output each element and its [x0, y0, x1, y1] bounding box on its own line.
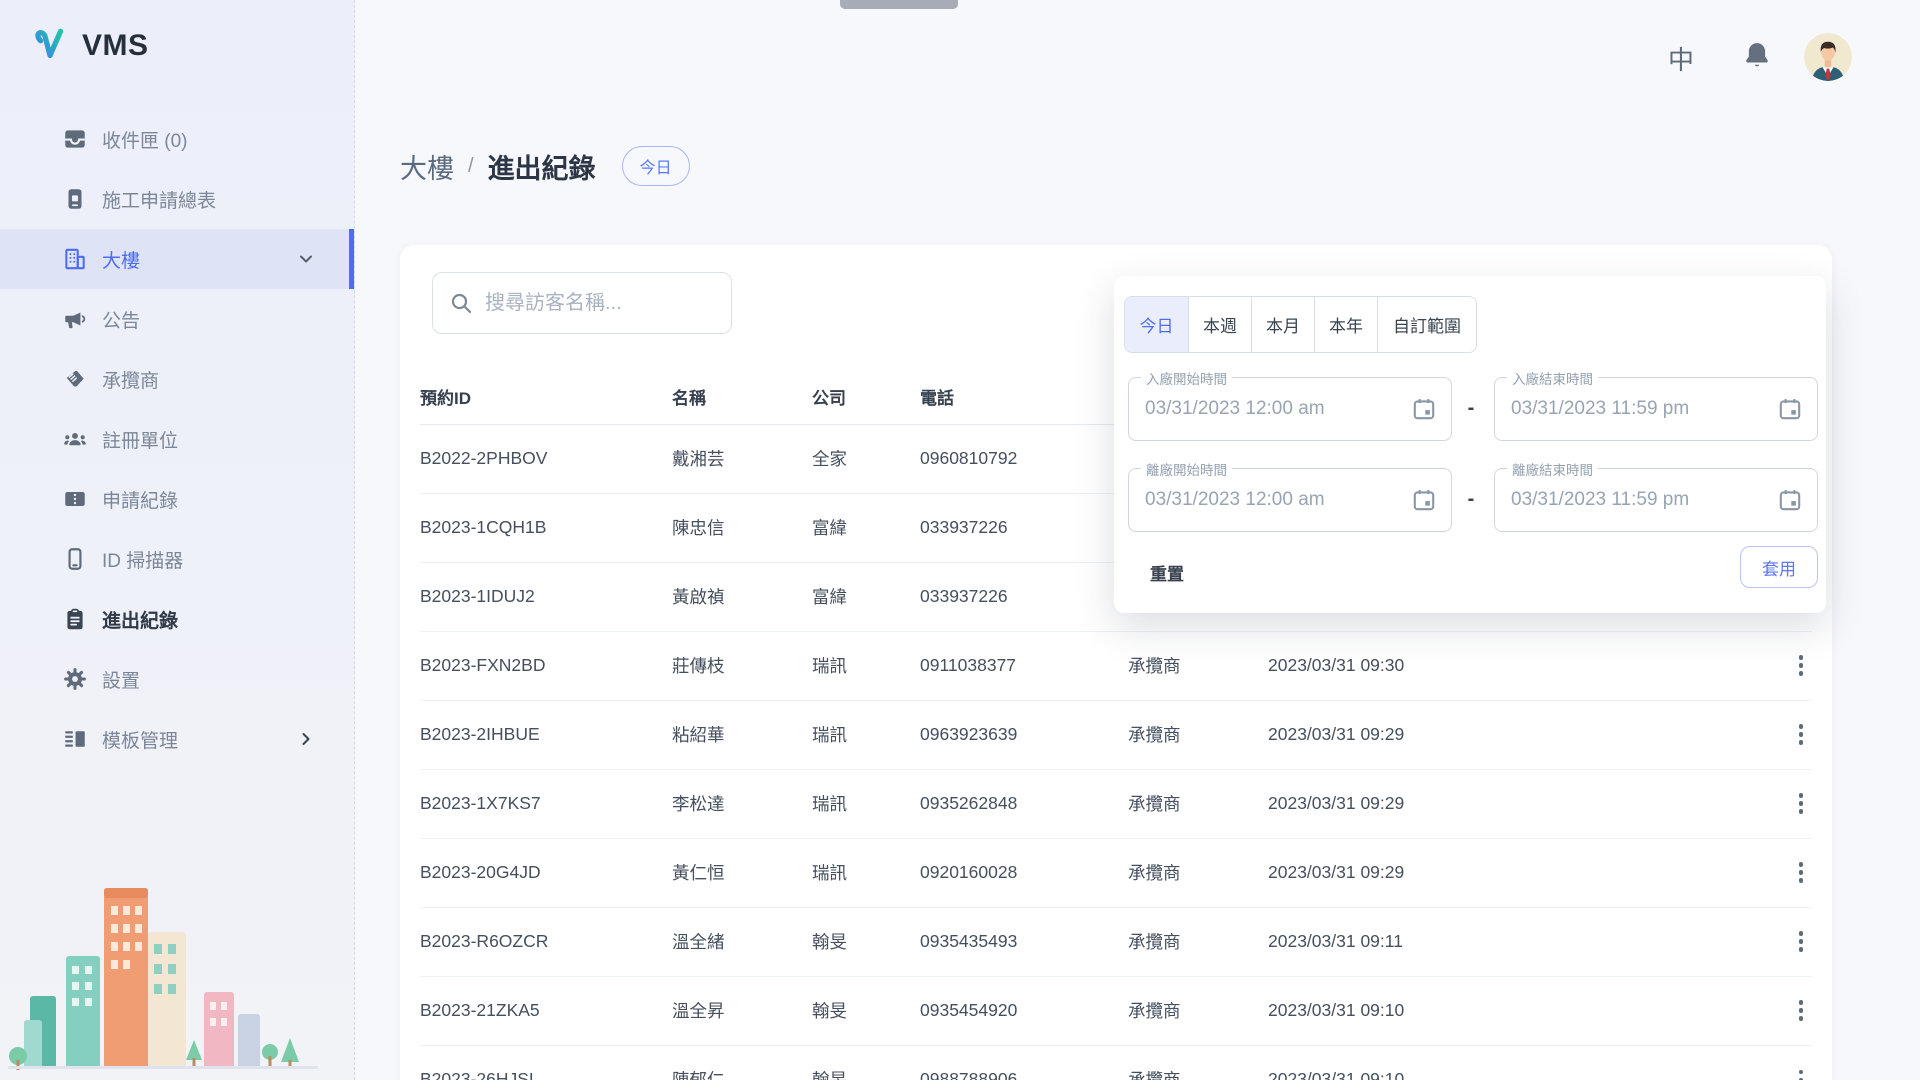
search-icon: [449, 291, 473, 315]
table-row: B2023-R6OZCR溫全緒翰旻0935435493承攬商2023/03/31…: [420, 907, 1812, 976]
sidebar-item-inbox[interactable]: 收件匣 (0): [0, 109, 354, 169]
sidebar: VMS 收件匣 (0) 施工申請總表 大樓 公告 承攬商: [0, 0, 355, 1080]
sidebar-item-construction-applications[interactable]: 施工申請總表: [0, 169, 354, 229]
row-actions-menu[interactable]: [1790, 722, 1812, 748]
breadcrumb-separator: /: [468, 155, 474, 178]
calendar-icon[interactable]: [1777, 396, 1803, 422]
row-actions-menu[interactable]: [1790, 998, 1812, 1024]
sidebar-item-registered-units[interactable]: 註冊單位: [0, 409, 354, 469]
megaphone-icon: [62, 306, 88, 332]
row-actions-menu[interactable]: [1790, 860, 1812, 886]
sidebar-item-contractors[interactable]: 承攬商: [0, 349, 354, 409]
range-dash: -: [1461, 397, 1481, 420]
tab-this-month[interactable]: 本月: [1252, 297, 1315, 352]
search-input[interactable]: [485, 292, 715, 315]
calendar-icon[interactable]: [1411, 487, 1437, 513]
table-row: B2023-21ZKA5溫全昇翰旻0935454920承攬商2023/03/31…: [420, 976, 1812, 1045]
sidebar-item-building[interactable]: 大樓: [0, 229, 354, 289]
exit-end-time-field[interactable]: 離廠結束時間 03/31/2023 11:59 pm: [1494, 468, 1818, 532]
sidebar-nav: 收件匣 (0) 施工申請總表 大樓 公告 承攬商 註冊單位: [0, 109, 354, 769]
sidebar-item-settings[interactable]: 設置: [0, 649, 354, 709]
chevron-down-icon: [296, 249, 316, 269]
col-name: 名稱: [672, 370, 812, 424]
tab-this-year[interactable]: 本年: [1315, 297, 1378, 352]
table-row: B2023-20G4JD黃仁恒瑞訊0920160028承攬商2023/03/31…: [420, 838, 1812, 907]
vms-app: VMS 收件匣 (0) 施工申請總表 大樓 公告 承攬商: [0, 0, 1920, 1080]
page-title: 進出紀錄: [488, 147, 596, 186]
sidebar-item-announcements[interactable]: 公告: [0, 289, 354, 349]
apply-button[interactable]: 套用: [1740, 546, 1818, 588]
date-filter-popup: 今日 本週 本月 本年 自訂範圍 入廠開始時間 03/31/2023 12:00…: [1114, 276, 1826, 613]
tab-this-week[interactable]: 本週: [1189, 297, 1252, 352]
row-actions-menu[interactable]: [1790, 791, 1812, 817]
notifications-bell-icon[interactable]: [1742, 40, 1772, 70]
sidebar-item-id-scanner[interactable]: ID 掃描器: [0, 529, 354, 589]
construction-form-icon: [62, 186, 88, 212]
language-button[interactable]: 中: [1668, 40, 1694, 77]
smartphone-icon: [62, 546, 88, 572]
entry-end-time-field[interactable]: 入廠結束時間 03/31/2023 11:59 pm: [1494, 377, 1818, 441]
scrollbar-thumb-artifact: [840, 0, 958, 9]
table-row: B2023-2IHBUE粘紹華瑞訊0963923639承攬商2023/03/31…: [420, 700, 1812, 769]
visitor-search: [432, 272, 732, 334]
col-phone: 電話: [920, 370, 1128, 424]
range-dash: -: [1461, 488, 1481, 511]
filter-range-tabs: 今日 本週 本月 本年 自訂範圍: [1124, 296, 1477, 353]
col-reservation-id: 預約ID: [420, 370, 672, 424]
brand-name: VMS: [82, 29, 149, 63]
exit-start-time-field[interactable]: 離廠開始時間 03/31/2023 12:00 am: [1128, 468, 1452, 532]
entry-start-time-field[interactable]: 入廠開始時間 03/31/2023 12:00 am: [1128, 377, 1452, 441]
city-illustration: [8, 870, 318, 1080]
calendar-icon[interactable]: [1777, 487, 1803, 513]
sidebar-item-template-management[interactable]: 模板管理: [0, 709, 354, 769]
table-row: B2023-1X7KS7李松達瑞訊0935262848承攬商2023/03/31…: [420, 769, 1812, 838]
gear-icon: [62, 666, 88, 692]
template-icon: [62, 726, 88, 752]
clipboard-icon: [62, 606, 88, 632]
table-row: B2023-26HJSL陳郁仁翰旻0988788906承攬商2023/03/31…: [420, 1045, 1812, 1080]
brand-logo: VMS: [28, 26, 149, 66]
row-actions-menu[interactable]: [1790, 653, 1812, 679]
vms-logo-icon: [28, 26, 70, 66]
page-header: 大樓 / 進出紀錄 今日: [400, 146, 690, 186]
user-avatar[interactable]: [1804, 33, 1852, 81]
sidebar-item-access-records[interactable]: 進出紀錄: [0, 589, 354, 649]
chevron-right-icon: [296, 729, 316, 749]
inbox-icon: [62, 126, 88, 152]
row-actions-menu[interactable]: [1790, 1067, 1812, 1080]
table-row: B2023-FXN2BD莊傳枝瑞訊0911038377承攬商2023/03/31…: [420, 631, 1812, 700]
sidebar-item-application-records[interactable]: 申請紀錄: [0, 469, 354, 529]
people-group-icon: [62, 426, 88, 452]
ticket-icon: [62, 486, 88, 512]
reset-button[interactable]: 重置: [1150, 560, 1184, 585]
tab-custom-range[interactable]: 自訂範圍: [1378, 297, 1476, 352]
tab-today[interactable]: 今日: [1125, 297, 1189, 352]
handshake-icon: [62, 366, 88, 392]
building-icon: [62, 246, 88, 272]
calendar-icon[interactable]: [1411, 396, 1437, 422]
col-company: 公司: [812, 370, 920, 424]
row-actions-menu[interactable]: [1790, 929, 1812, 955]
today-badge: 今日: [622, 146, 690, 186]
breadcrumb-parent[interactable]: 大樓: [400, 147, 454, 186]
